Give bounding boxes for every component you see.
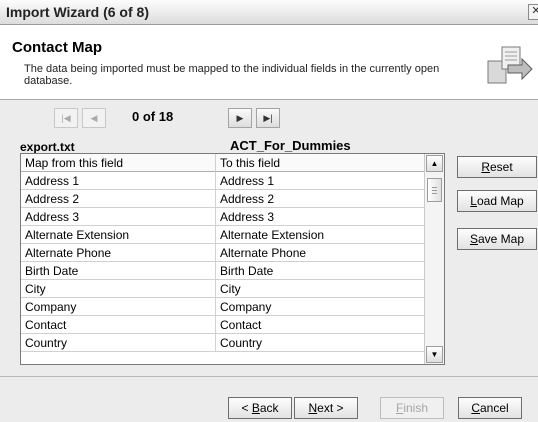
table-row[interactable]: Birth Date Birth Date [21,262,425,280]
table-row[interactable]: Country Country [21,334,425,352]
next-button[interactable]: Next > [294,397,358,419]
first-record-icon: |◀ [61,113,71,123]
grip-line [432,190,437,191]
window-title: Import Wizard (6 of 8) [6,4,149,20]
map-from-cell[interactable]: Address 3 [21,208,216,226]
scroll-down-button[interactable]: ▼ [426,346,443,363]
table-row[interactable]: Contact Contact [21,316,425,334]
map-from-cell[interactable]: Alternate Phone [21,244,216,262]
reset-button[interactable]: Reset [457,156,537,178]
back-accel: B [251,401,260,415]
wizard-header: Contact Map The data being imported must… [0,25,538,100]
next-record-button[interactable]: ▶ [228,108,252,128]
cancel-accel: C [471,401,480,415]
back-prefix: < [241,401,252,415]
map-to-cell[interactable]: Contact [216,316,425,334]
finish-button[interactable]: Finish [380,397,444,419]
table-row[interactable]: Address 1 Address 1 [21,172,425,190]
grip-line [432,187,437,188]
page-description: The data being imported must be mapped t… [24,63,440,87]
map-from-cell[interactable]: City [21,280,216,298]
record-counter: 0 of 18 [132,109,174,124]
grid-header-row: Map from this field To this field [21,154,425,172]
table-row[interactable]: City City [21,280,425,298]
page-title: Contact Map [12,39,102,56]
next-label: ext > [317,401,344,415]
map-from-cell[interactable]: Contact [21,316,216,334]
map-to-cell[interactable]: Alternate Extension [216,226,425,244]
import-wizard-window: Import Wizard (6 of 8) ✕ Contact Map The… [0,0,538,422]
save-map-accel: S [469,232,478,246]
scroll-thumb[interactable] [427,178,442,202]
map-to-cell[interactable]: Address 3 [216,208,425,226]
next-record-icon: ▶ [236,113,244,123]
save-map-label: ave Map [477,232,525,246]
close-icon[interactable]: ✕ [528,4,538,20]
first-record-button[interactable]: |◀ [54,108,78,128]
map-to-cell[interactable]: Country [216,334,425,352]
cancel-label: ancel [479,401,509,415]
map-to-cell[interactable]: City [216,280,425,298]
source-file-label: export.txt [20,140,75,154]
map-from-cell[interactable]: Country [21,334,216,352]
map-arrow-icon [487,46,533,84]
finish-label: inish [403,401,429,415]
table-row[interactable]: Alternate Phone Alternate Phone [21,244,425,262]
footer-divider [0,376,538,377]
column-header-from[interactable]: Map from this field [21,154,216,172]
chevron-up-icon: ▲ [430,159,439,168]
map-from-cell[interactable]: Address 1 [21,172,216,190]
load-map-label: oad Map [476,194,524,208]
destination-db-label: ACT_For_Dummies [230,138,351,153]
back-label: ack [259,401,279,415]
map-to-cell[interactable]: Address 2 [216,190,425,208]
table-row[interactable]: Company Company [21,298,425,316]
field-map-grid: Map from this field To this field Addres… [20,153,445,365]
map-from-cell[interactable]: Company [21,298,216,316]
map-from-cell[interactable]: Birth Date [21,262,216,280]
cancel-button[interactable]: Cancel [458,397,522,419]
load-map-button[interactable]: Load Map [457,190,537,212]
map-to-cell[interactable]: Company [216,298,425,316]
reset-label: eset [489,160,513,174]
load-map-accel: L [470,194,477,208]
last-record-icon: ▶| [263,113,273,123]
reset-accel: R [481,160,490,174]
grip-line [432,193,437,194]
chevron-down-icon: ▼ [430,350,439,359]
table-row[interactable]: Alternate Extension Alternate Extension [21,226,425,244]
scroll-up-button[interactable]: ▲ [426,155,443,172]
map-from-cell[interactable]: Alternate Extension [21,226,216,244]
save-map-button[interactable]: Save Map [457,228,537,250]
last-record-button[interactable]: ▶| [256,108,280,128]
map-to-cell[interactable]: Address 1 [216,172,425,190]
column-header-to[interactable]: To this field [216,154,425,172]
map-to-cell[interactable]: Birth Date [216,262,425,280]
table-row[interactable]: Address 3 Address 3 [21,208,425,226]
title-bar[interactable]: Import Wizard (6 of 8) ✕ [0,0,538,25]
vertical-scrollbar[interactable]: ▲ ▼ [424,154,444,364]
map-from-cell[interactable]: Address 2 [21,190,216,208]
back-button[interactable]: < Back [228,397,292,419]
next-accel: N [308,401,318,415]
previous-record-icon: ◀ [90,113,98,123]
map-to-cell[interactable]: Alternate Phone [216,244,425,262]
previous-record-button[interactable]: ◀ [82,108,106,128]
table-row[interactable]: Address 2 Address 2 [21,190,425,208]
